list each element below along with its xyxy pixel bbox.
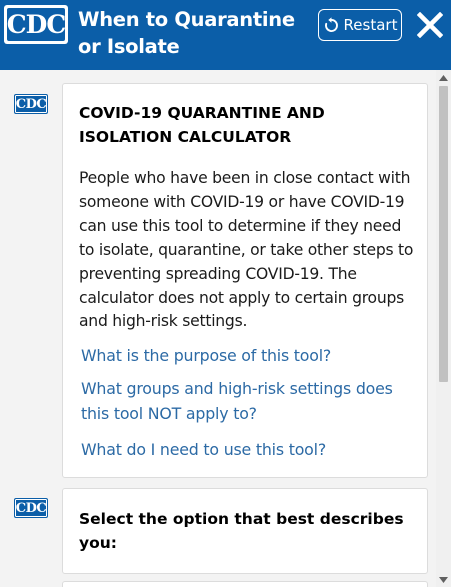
purpose-link[interactable]: What is the purpose of this tool? — [81, 343, 401, 368]
message-card: Select the option that best describes yo… — [62, 488, 428, 574]
cdc-avatar: CDC — [14, 498, 48, 518]
scroll-up-arrow-icon[interactable] — [436, 70, 451, 85]
excluded-groups-link[interactable]: What groups and high-risk settings does … — [81, 376, 401, 426]
scroll-thumb[interactable] — [439, 86, 448, 382]
calculator-heading: COVID-19 QUARANTINE AND ISOLATION CALCUL… — [79, 104, 325, 146]
requirements-link[interactable]: What do I need to use this tool? — [81, 437, 401, 462]
restart-icon — [324, 16, 338, 32]
option-card[interactable] — [62, 581, 428, 587]
scrollbar[interactable] — [436, 70, 451, 587]
select-option-prompt: Select the option that best describes yo… — [79, 510, 404, 552]
calculator-description: People who have been in close contact wi… — [79, 169, 414, 331]
close-button[interactable] — [414, 9, 446, 41]
cdc-avatar: CDC — [14, 94, 48, 114]
cdc-logo-text: CDC — [6, 8, 66, 41]
chat-content: CDC COVID-19 QUARANTINE AND ISOLATION CA… — [0, 70, 451, 587]
page-title: When to Quarantine or Isolate — [78, 8, 295, 58]
close-icon — [417, 12, 443, 38]
restart-label: Restart — [343, 16, 398, 34]
scroll-down-arrow-icon[interactable] — [436, 572, 451, 587]
app-header: CDC When to Quarantine or Isolate Restar… — [0, 0, 451, 70]
cdc-logo: CDC — [4, 5, 68, 44]
message-card: COVID-19 QUARANTINE AND ISOLATION CALCUL… — [62, 83, 428, 478]
restart-button[interactable]: Restart — [318, 9, 402, 41]
